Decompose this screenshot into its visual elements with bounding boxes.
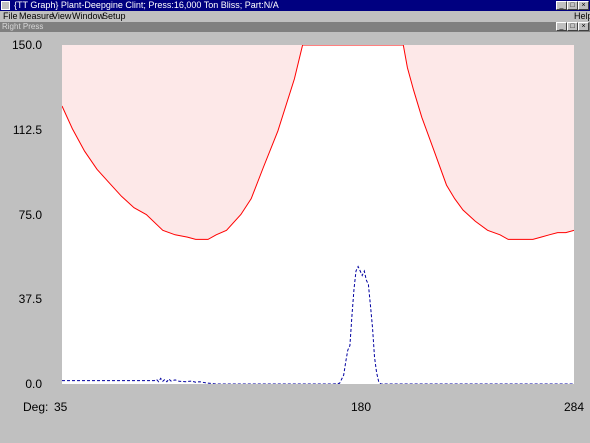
menu-file[interactable]: File	[3, 11, 18, 22]
tonnage-chart	[61, 44, 575, 385]
menu-measure[interactable]: Measure	[19, 11, 54, 22]
menu-window[interactable]: Window	[72, 11, 104, 22]
maximize-button[interactable]: □	[567, 1, 578, 10]
y-tick-label: 150.0	[11, 38, 42, 52]
x-tick-mid: 180	[351, 400, 372, 414]
y-tick-label: 0.0	[25, 377, 42, 391]
close-button[interactable]: ×	[578, 1, 589, 10]
x-tick-start: 35	[54, 400, 68, 414]
window-title: {TT Graph} Plant-Deepgine Clint; Press:1…	[14, 0, 279, 10]
minimize-button[interactable]: _	[556, 1, 567, 10]
app-icon[interactable]	[1, 1, 10, 10]
child-minimize-button[interactable]: _	[556, 22, 567, 31]
menu-view[interactable]: View	[52, 11, 71, 22]
title-bar: {TT Graph} Plant-Deepgine Clint; Press:1…	[0, 0, 590, 11]
menu-setup[interactable]: Setup	[102, 11, 126, 22]
child-window-title-bar: Right Press _ □ ×	[0, 22, 590, 32]
y-tick-label: 75.0	[18, 207, 42, 222]
plot-area[interactable]	[61, 44, 575, 385]
menu-bar: File Measure View Window Setup Help	[0, 11, 590, 22]
y-tick-label: 112.5	[12, 122, 42, 137]
x-axis-prefix: Deg:	[23, 400, 49, 414]
child-restore-button[interactable]: □	[567, 22, 578, 31]
child-window-title: Right Press	[2, 22, 44, 31]
y-tick-label: 37.5	[18, 292, 42, 307]
tonnage-signal-curve	[62, 265, 574, 385]
menu-help[interactable]: Help	[574, 11, 590, 22]
child-close-button[interactable]: ×	[578, 22, 589, 31]
x-tick-end: 284	[564, 400, 585, 414]
